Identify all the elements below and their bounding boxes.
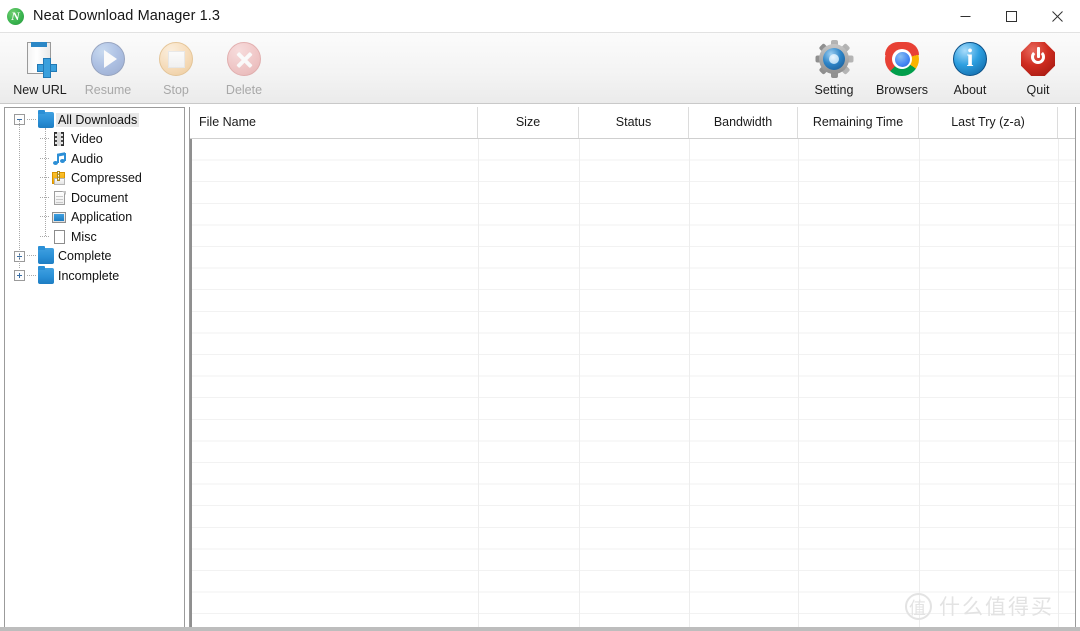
column-header-label: Size xyxy=(515,114,541,129)
folder-icon xyxy=(38,109,54,128)
application-icon xyxy=(51,209,67,225)
close-button[interactable] xyxy=(1034,0,1080,32)
tree-guide-line xyxy=(45,128,47,236)
new-url-icon xyxy=(20,39,60,79)
category-tree[interactable]: All Downloads Video Audio Compressed Documen… xyxy=(4,107,185,629)
about-button[interactable]: i About xyxy=(936,33,1004,104)
column-header-status[interactable]: Status xyxy=(579,107,689,138)
tree-node-label: Compressed xyxy=(71,171,142,185)
tree-node-label: Video xyxy=(71,132,103,146)
about-label: About xyxy=(953,83,987,97)
delete-label: Delete xyxy=(225,83,263,97)
column-separator[interactable] xyxy=(1058,139,1059,627)
tree-connector xyxy=(27,118,36,121)
column-separator[interactable] xyxy=(478,139,479,627)
power-icon xyxy=(1018,39,1058,79)
tree-node-incomplete[interactable]: Incomplete xyxy=(5,265,184,286)
tree-node-label: Document xyxy=(71,190,128,205)
maximize-icon xyxy=(1005,10,1017,22)
tree-node-audio[interactable]: Audio xyxy=(5,149,184,169)
audio-icon xyxy=(51,151,67,167)
minimize-icon xyxy=(960,15,970,17)
tree-node-label: All Downloads xyxy=(56,112,140,127)
resume-button[interactable]: Resume xyxy=(74,33,142,104)
new-url-label: New URL xyxy=(13,83,67,97)
setting-label: Setting xyxy=(814,83,854,97)
tree-node-video[interactable]: Video xyxy=(5,130,184,150)
quit-label: Quit xyxy=(1026,83,1050,97)
column-header-last-try-z-a[interactable]: Last Try (z-a) xyxy=(919,107,1058,138)
column-header-label: Remaining Time xyxy=(812,114,904,129)
column-header-label: Bandwidth xyxy=(713,114,773,129)
toolbar-right-group: Setting Browsers i About Quit xyxy=(800,33,1072,104)
title-bar: Neat Download Manager 1.3 xyxy=(0,0,1080,32)
app-logo-icon xyxy=(7,7,24,25)
quit-button[interactable]: Quit xyxy=(1004,33,1072,104)
column-separator[interactable] xyxy=(798,139,799,627)
browsers-label: Browsers xyxy=(875,83,929,97)
folder-icon xyxy=(38,246,54,265)
tree-node-document[interactable]: Document xyxy=(5,188,184,208)
column-separator[interactable] xyxy=(689,139,690,627)
column-header-label: File Name xyxy=(199,114,256,129)
column-header-spacer[interactable] xyxy=(1058,107,1075,138)
tree-connector xyxy=(27,274,36,277)
downloads-list-body[interactable] xyxy=(190,139,1075,627)
misc-icon xyxy=(51,229,67,245)
column-separator[interactable] xyxy=(919,139,920,627)
column-separator[interactable] xyxy=(579,139,580,627)
tree-node-complete[interactable]: Complete xyxy=(5,246,184,267)
info-icon: i xyxy=(950,39,990,79)
chrome-icon xyxy=(882,39,922,79)
stop-icon xyxy=(156,39,196,79)
stop-label: Stop xyxy=(163,83,189,97)
list-left-gutter xyxy=(190,139,192,627)
column-header-remaining-time[interactable]: Remaining Time xyxy=(798,107,919,138)
minimize-button[interactable] xyxy=(942,0,988,32)
column-header-file-name[interactable]: File Name xyxy=(190,107,478,138)
tree-node-label: Application xyxy=(71,210,133,224)
archive-icon xyxy=(51,170,67,186)
expand-icon[interactable] xyxy=(14,270,25,282)
toolbar: New URL Resume Stop Delete Setting Brows… xyxy=(0,32,1080,104)
column-header-label: Last Try (z-a) xyxy=(951,114,1025,129)
tree-node-label: Audio xyxy=(71,151,103,166)
stop-button[interactable]: Stop xyxy=(142,33,210,104)
tree-node-label: Complete xyxy=(58,249,112,263)
close-icon xyxy=(1051,10,1063,22)
tree-node-label: Incomplete xyxy=(58,268,120,283)
tree-node-label: Misc xyxy=(71,229,97,244)
tree-guide-line xyxy=(19,120,21,268)
gear-icon xyxy=(814,39,854,79)
tree-node-all-downloads[interactable]: All Downloads xyxy=(5,109,184,130)
toolbar-left-group: New URL Resume Stop Delete xyxy=(6,33,278,104)
tree-node-misc[interactable]: Misc xyxy=(5,227,184,247)
tree-connector xyxy=(40,235,49,238)
document-icon xyxy=(51,190,67,206)
folder-icon xyxy=(38,265,54,284)
downloads-list-panel[interactable]: File Name Size Status Bandwidth Remaining Ti… xyxy=(189,107,1076,629)
column-header-size[interactable]: Size xyxy=(478,107,579,138)
window-controls xyxy=(942,0,1080,32)
window-title: Neat Download Manager 1.3 xyxy=(33,8,221,24)
list-header: File Name Size Status Bandwidth Remaining Ti… xyxy=(190,107,1075,139)
column-header-label: Status xyxy=(615,114,652,129)
window-bottom-edge xyxy=(0,627,1080,631)
video-icon xyxy=(51,131,67,147)
resume-label: Resume xyxy=(84,83,132,97)
browsers-button[interactable]: Browsers xyxy=(868,33,936,104)
delete-button[interactable]: Delete xyxy=(210,33,278,104)
setting-button[interactable]: Setting xyxy=(800,33,868,104)
tree-node-compressed[interactable]: Compressed xyxy=(5,169,184,189)
resume-icon xyxy=(88,39,128,79)
tree-node-application[interactable]: Application xyxy=(5,208,184,228)
maximize-button[interactable] xyxy=(988,0,1034,32)
delete-icon xyxy=(224,39,264,79)
column-header-bandwidth[interactable]: Bandwidth xyxy=(689,107,798,138)
tree-connector xyxy=(27,255,36,257)
new-url-button[interactable]: New URL xyxy=(6,33,74,104)
main-content: All Downloads Video Audio Compressed Documen… xyxy=(0,105,1080,631)
